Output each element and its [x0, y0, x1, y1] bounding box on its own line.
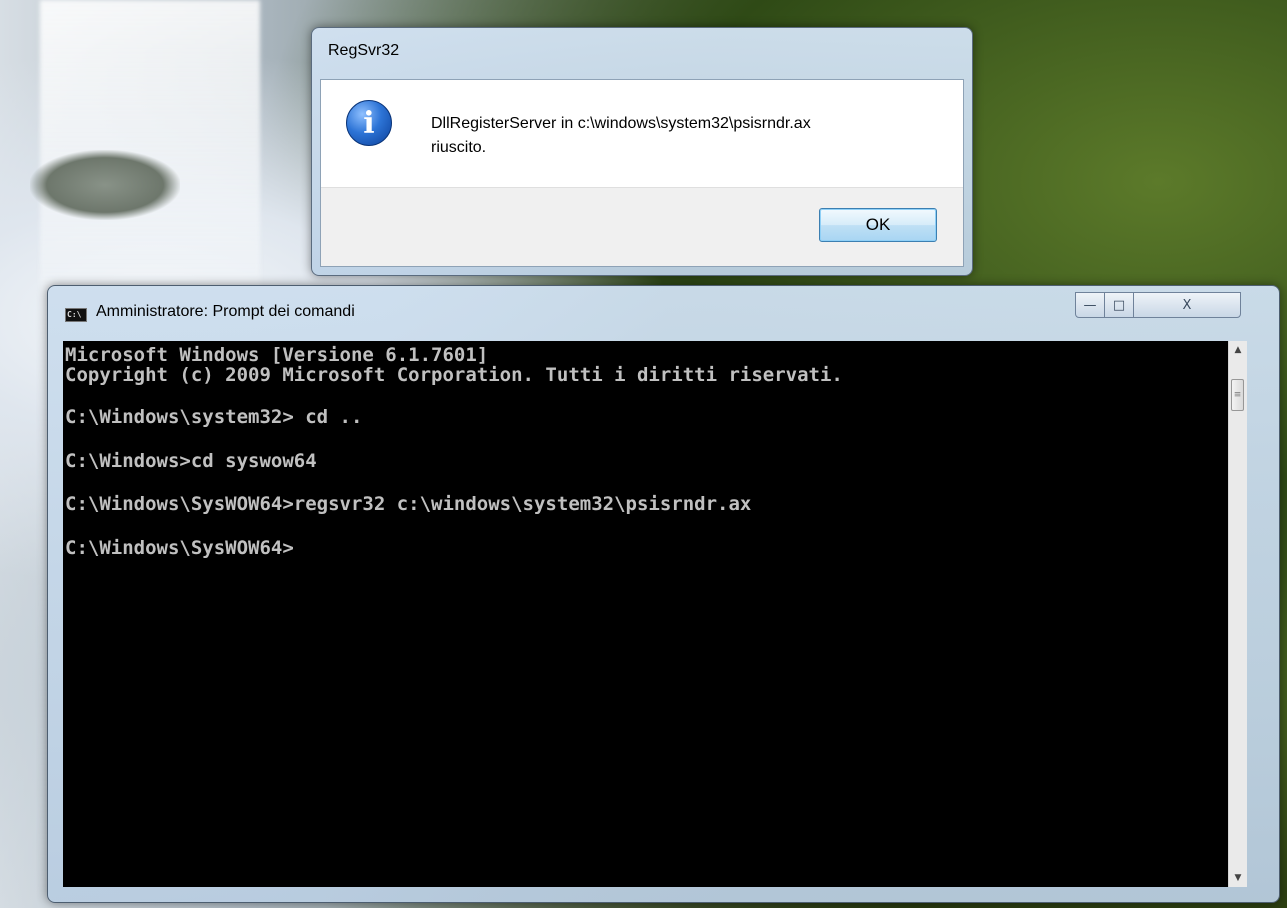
- desktop-rocks: [30, 150, 180, 220]
- scroll-up-icon[interactable]: ▲: [1229, 341, 1247, 359]
- vertical-scrollbar[interactable]: ▲ ≡ ▼: [1228, 341, 1247, 887]
- console-line: C:\Windows\SysWOW64>regsvr32 c:\windows\…: [65, 493, 752, 515]
- console-prompt-line: C:\Windows\SysWOW64>: [65, 537, 294, 559]
- console-output[interactable]: Microsoft Windows [Versione 6.1.7601] Co…: [63, 341, 1228, 887]
- grip-icon: ≡: [1233, 389, 1242, 400]
- message-line-1: DllRegisterServer in c:\windows\system32…: [431, 115, 811, 132]
- close-button[interactable]: X: [1133, 292, 1241, 318]
- window-title: Amministratore: Prompt dei comandi: [96, 303, 355, 320]
- console-line: C:\Windows>cd syswow64: [65, 450, 317, 472]
- minimize-button[interactable]: —: [1075, 292, 1105, 318]
- close-icon: X: [1182, 297, 1192, 313]
- message-line-2: riuscito.: [431, 139, 487, 156]
- minimize-icon: —: [1083, 297, 1097, 313]
- dialog-body: i DllRegisterServer in c:\windows\system…: [320, 79, 964, 267]
- regsvr32-dialog[interactable]: RegSvr32 i DllRegisterServer in c:\windo…: [311, 27, 973, 276]
- dialog-title: RegSvr32: [328, 42, 400, 59]
- maximize-icon: □: [1112, 297, 1126, 313]
- info-icon: i: [346, 100, 392, 146]
- command-prompt-window[interactable]: C:\ Amministratore: Prompt dei comandi —…: [47, 285, 1280, 903]
- ok-button[interactable]: OK: [819, 208, 937, 242]
- console-line: C:\Windows\system32> cd ..: [65, 406, 363, 428]
- maximize-button[interactable]: □: [1104, 292, 1134, 318]
- console-line: Copyright (c) 2009 Microsoft Corporation…: [65, 364, 843, 386]
- dialog-message: DllRegisterServer in c:\windows\system32…: [431, 112, 951, 160]
- console-line: Microsoft Windows [Versione 6.1.7601]: [65, 344, 489, 366]
- scroll-thumb[interactable]: ≡: [1231, 379, 1244, 411]
- scroll-down-icon[interactable]: ▼: [1229, 869, 1247, 887]
- cmd-icon: C:\: [65, 308, 87, 322]
